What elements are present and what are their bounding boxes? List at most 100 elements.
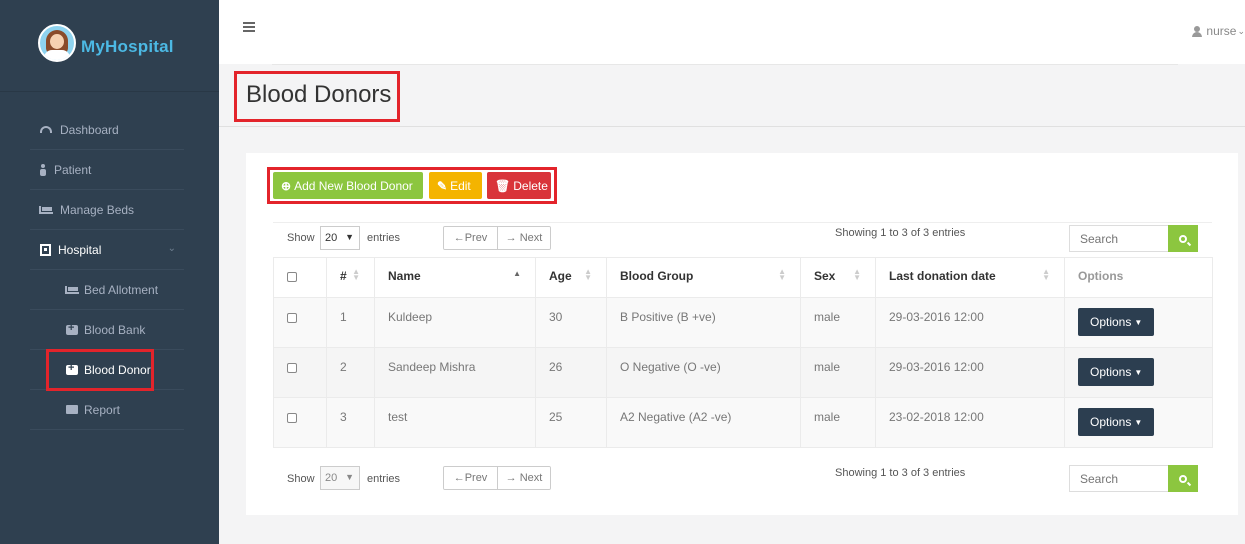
page-heading: Blood Donors <box>219 65 1245 127</box>
cell-number: 1 <box>326 297 375 348</box>
sort-icon: ▲ ▼ <box>853 267 861 282</box>
column-header-blood-group[interactable]: Blood Group ▲ ▼ <box>606 257 801 298</box>
cell-sex: male <box>800 397 876 448</box>
sidebar-item-bed-allotment[interactable]: Bed Allotment <box>30 270 184 310</box>
cell-age: 30 <box>535 297 607 348</box>
sidebar-item-label: Bed Allotment <box>84 282 159 297</box>
cell-last-donation: 23-02-2018 12:00 <box>875 397 1065 448</box>
sidebar-item-hospital[interactable]: Hospital ⌄ <box>30 230 184 270</box>
bed-icon <box>39 205 53 214</box>
next-button[interactable]: → Next <box>497 227 550 249</box>
entries-label: entries <box>367 232 401 244</box>
show-label: Show <box>287 473 315 485</box>
plus-circle-icon: ⊕ <box>281 178 292 193</box>
cell-name: Sandeep Mishra <box>374 347 536 398</box>
sidebar-nav: Dashboard Patient Manage Beds Hospital ⌄… <box>30 110 184 430</box>
logo-area: MyHospital <box>0 0 219 92</box>
column-header-number[interactable]: # ▲ ▼ <box>326 257 375 298</box>
table-row[interactable]: 1 Kuldeep 30 B Positive (B +ve) male 29-… <box>273 297 1213 348</box>
add-blood-donor-button[interactable]: ⊕ Add New Blood Donor <box>273 172 423 199</box>
sidebar-item-dashboard[interactable]: Dashboard <box>30 110 184 150</box>
table-row[interactable]: 3 test 25 A2 Negative (A2 -ve) male 23-0… <box>273 397 1213 448</box>
pagination: ←Prev → Next <box>443 226 551 250</box>
column-header-name[interactable]: Name ▲ <box>374 257 536 298</box>
sidebar-item-blood-donor[interactable]: Blood Donor <box>30 350 184 390</box>
cell-blood-group: A2 Negative (A2 -ve) <box>606 397 801 448</box>
cell-options: Options ▼ <box>1064 347 1213 398</box>
trash-icon: 🗑 <box>495 178 511 193</box>
row-checkbox[interactable] <box>287 313 297 323</box>
edit-icon: ✎ <box>437 178 448 193</box>
entries-info: Showing 1 to 3 of 3 entries <box>835 467 966 479</box>
cell-sex: male <box>800 297 876 348</box>
cell-number: 2 <box>326 347 375 398</box>
table-row[interactable]: 2 Sandeep Mishra 26 O Negative (O -ve) m… <box>273 347 1213 398</box>
search-button[interactable] <box>1168 225 1198 252</box>
delete-button[interactable]: 🗑 Delete <box>487 172 551 199</box>
sort-icon: ▲ ▼ <box>352 267 360 282</box>
sidebar-item-label: Dashboard <box>60 122 119 137</box>
medkit-icon <box>66 322 78 335</box>
select-all-checkbox[interactable] <box>287 272 297 282</box>
sort-asc-icon: ▲ <box>513 269 521 278</box>
sidebar-item-blood-bank[interactable]: Blood Bank <box>30 310 184 350</box>
sort-icon: ▲ ▼ <box>1042 267 1050 282</box>
cell-last-donation: 29-03-2016 12:00 <box>875 297 1065 348</box>
divider <box>273 222 1212 223</box>
cell-number: 3 <box>326 397 375 448</box>
show-label: Show <box>287 232 315 244</box>
column-label: Last donation date <box>889 269 996 283</box>
options-dropdown-button[interactable]: Options ▼ <box>1078 408 1155 436</box>
dashboard-icon <box>40 126 52 133</box>
column-header-age[interactable]: Age ▲ ▼ <box>535 257 607 298</box>
cell-name: test <box>374 397 536 448</box>
column-label: Name <box>388 269 421 283</box>
sort-icon: ▲ ▼ <box>778 267 786 282</box>
next-button[interactable]: → Next <box>497 467 550 489</box>
top-bar: nurse ⌄ <box>219 0 1245 64</box>
person-icon <box>40 163 46 176</box>
column-header-sex[interactable]: Sex ▲ ▼ <box>800 257 876 298</box>
user-menu[interactable]: nurse ⌄ <box>1192 24 1245 38</box>
column-label: Age <box>549 269 572 283</box>
cell-blood-group: O Negative (O -ve) <box>606 347 801 398</box>
app-name[interactable]: MyHospital <box>81 37 174 57</box>
chevron-down-icon: ⌄ <box>1237 25 1245 36</box>
briefcase-icon <box>66 405 78 414</box>
search-button[interactable] <box>1168 465 1198 492</box>
column-header-last-donation[interactable]: Last donation date ▲ ▼ <box>875 257 1065 298</box>
sidebar-item-manage-beds[interactable]: Manage Beds <box>30 190 184 230</box>
medkit-icon <box>66 362 78 375</box>
user-icon <box>1192 25 1203 37</box>
user-name: nurse <box>1206 24 1237 38</box>
cell-options: Options ▼ <box>1064 297 1213 348</box>
hamburger-menu-icon[interactable] <box>243 22 255 32</box>
column-label: # <box>340 269 347 283</box>
edit-button[interactable]: ✎ Edit <box>429 172 482 199</box>
sidebar-item-patient[interactable]: Patient <box>30 150 184 190</box>
button-label: Delete <box>513 178 548 193</box>
prev-button[interactable]: ←Prev <box>444 227 497 249</box>
caret-down-icon: ▼ <box>345 472 354 482</box>
options-dropdown-button[interactable]: Options ▼ <box>1078 308 1155 336</box>
search-input[interactable] <box>1069 225 1169 252</box>
button-label: Options <box>1090 315 1132 329</box>
page-size-select[interactable]: 20 ▼ <box>320 226 360 250</box>
sidebar-item-label: Hospital <box>58 242 102 257</box>
page-size-select[interactable]: 20 ▼ <box>320 466 360 490</box>
nurse-avatar-logo <box>38 24 76 62</box>
row-checkbox[interactable] <box>287 413 297 423</box>
cell-last-donation: 29-03-2016 12:00 <box>875 347 1065 398</box>
sidebar-item-report[interactable]: Report <box>30 390 184 430</box>
cell-name: Kuldeep <box>374 297 536 348</box>
options-dropdown-button[interactable]: Options ▼ <box>1078 358 1155 386</box>
cell-sex: male <box>800 347 876 398</box>
cell-age: 25 <box>535 397 607 448</box>
prev-button[interactable]: ←Prev <box>444 467 497 489</box>
row-checkbox[interactable] <box>287 363 297 373</box>
caret-down-icon: ▼ <box>1134 317 1143 327</box>
table-header-row: # ▲ ▼ Name ▲ Age ▲ ▼ Blood Group ▲ ▼ Sex ▲ ▼ Last… <box>273 257 1213 298</box>
page-size-value: 20 <box>325 472 338 484</box>
sidebar-item-label: Patient <box>54 162 92 177</box>
search-input[interactable] <box>1069 465 1169 492</box>
